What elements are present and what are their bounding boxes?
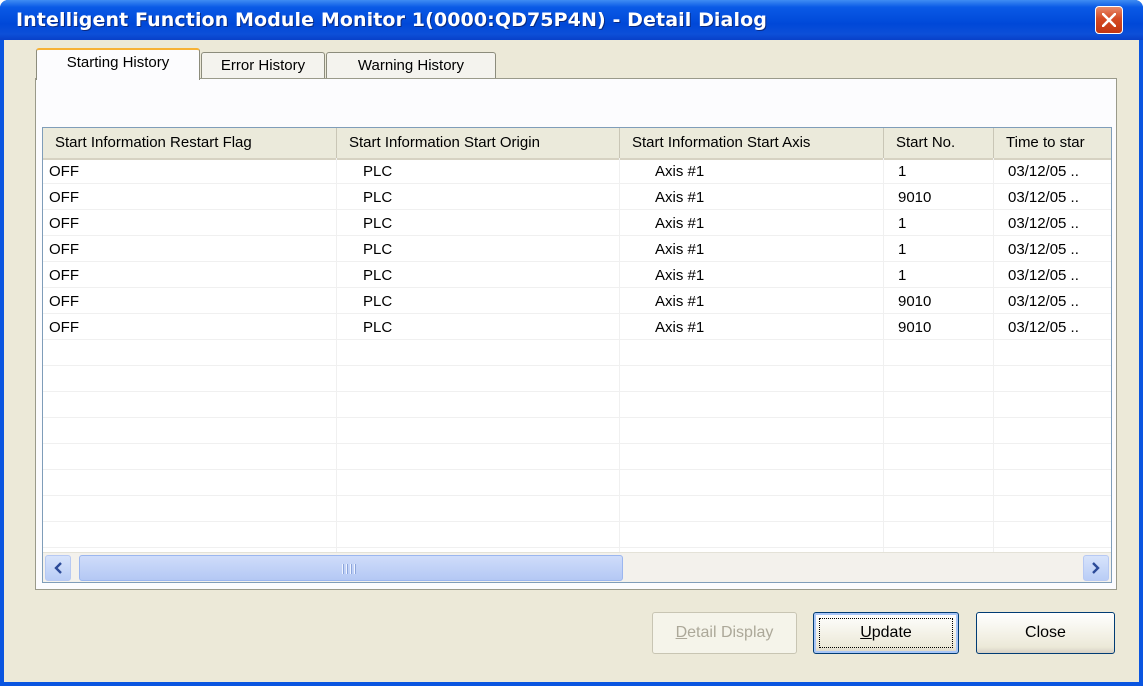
column-header-time-to-start[interactable]: Time to star [994,128,1111,158]
detail-display-mnemonic: D [675,624,688,641]
title-bar[interactable]: Intelligent Function Module Monitor 1(00… [0,0,1143,40]
table-cell: Axis #1 [655,241,705,258]
empty-row [43,522,1111,548]
table-cell: Axis #1 [655,163,705,180]
table-cell: 9010 [898,319,932,336]
close-window-button[interactable] [1095,6,1123,34]
table-row[interactable]: OFF PLC Axis #1 1 03/12/05 .. [43,210,1111,236]
table-cell: 1 [898,215,907,232]
table-cell: Axis #1 [655,319,705,336]
table-cell: OFF [49,319,79,336]
table-cell: 1 [898,267,907,284]
table-cell: 03/12/05 .. [1008,163,1079,180]
close-icon [1102,13,1116,27]
detail-display-label: etail Display [687,624,774,641]
horizontal-scrollbar[interactable] [43,552,1111,582]
table-cell: PLC [363,293,393,310]
tab-error-history[interactable]: Error History [201,52,325,78]
column-header-start-axis[interactable]: Start Information Start Axis [620,128,884,158]
empty-row [43,340,1111,366]
window-title: Intelligent Function Module Monitor 1(00… [16,9,767,31]
column-header-start-origin[interactable]: Start Information Start Origin [337,128,620,158]
scroll-left-button[interactable] [45,555,71,581]
empty-row [43,366,1111,392]
table-cell: OFF [49,267,79,284]
table-cell: 03/12/05 .. [1008,319,1079,336]
tab-starting-history[interactable]: Starting History [36,48,200,80]
table-row[interactable]: OFF PLC Axis #1 9010 03/12/05 .. [43,314,1111,340]
arrow-left-icon [54,562,62,574]
empty-row [43,418,1111,444]
table-cell: 9010 [898,293,932,310]
table-cell: PLC [363,267,393,284]
table-cell: OFF [49,293,79,310]
focus-ring [819,618,953,648]
table-row[interactable]: OFF PLC Axis #1 9010 03/12/05 .. [43,184,1111,210]
scroll-thumb[interactable] [79,555,623,581]
empty-row [43,496,1111,522]
empty-row [43,392,1111,418]
detail-display-button[interactable]: Detail Display [652,612,797,654]
arrow-right-icon [1092,562,1100,574]
table-cell: 1 [898,163,907,180]
table-cell: PLC [363,241,393,258]
table-cell: OFF [49,241,79,258]
close-button[interactable]: Close [976,612,1115,654]
table-cell: 03/12/05 .. [1008,267,1079,284]
table-cell: 03/12/05 .. [1008,215,1079,232]
history-list[interactable]: Start Information Restart Flag Start Inf… [42,127,1112,583]
table-cell: PLC [363,215,393,232]
table-cell: OFF [49,189,79,206]
table-cell: 9010 [898,189,932,206]
table-cell: Axis #1 [655,293,705,310]
scroll-right-button[interactable] [1083,555,1109,581]
empty-row [43,470,1111,496]
column-header-start-no[interactable]: Start No. [884,128,994,158]
table-cell: Axis #1 [655,267,705,284]
table-row[interactable]: OFF PLC Axis #1 9010 03/12/05 .. [43,288,1111,314]
table-cell: 03/12/05 .. [1008,241,1079,258]
table-cell: 03/12/05 .. [1008,189,1079,206]
table-cell: OFF [49,215,79,232]
table-row[interactable]: OFF PLC Axis #1 1 03/12/05 .. [43,236,1111,262]
table-cell: PLC [363,163,393,180]
scroll-grip [342,564,360,574]
table-cell: 1 [898,241,907,258]
table-row[interactable]: OFF PLC Axis #1 1 03/12/05 .. [43,158,1111,184]
column-header-restart-flag[interactable]: Start Information Restart Flag [43,128,337,158]
table-row[interactable]: OFF PLC Axis #1 1 03/12/05 .. [43,262,1111,288]
table-cell: Axis #1 [655,189,705,206]
table-cell: 03/12/05 .. [1008,293,1079,310]
empty-row [43,444,1111,470]
table-cell: OFF [49,163,79,180]
update-button[interactable]: Update [813,612,959,654]
table-cell: PLC [363,319,393,336]
table-cell: PLC [363,189,393,206]
tab-warning-history[interactable]: Warning History [326,52,496,78]
list-header: Start Information Restart Flag Start Inf… [43,128,1111,160]
table-cell: Axis #1 [655,215,705,232]
